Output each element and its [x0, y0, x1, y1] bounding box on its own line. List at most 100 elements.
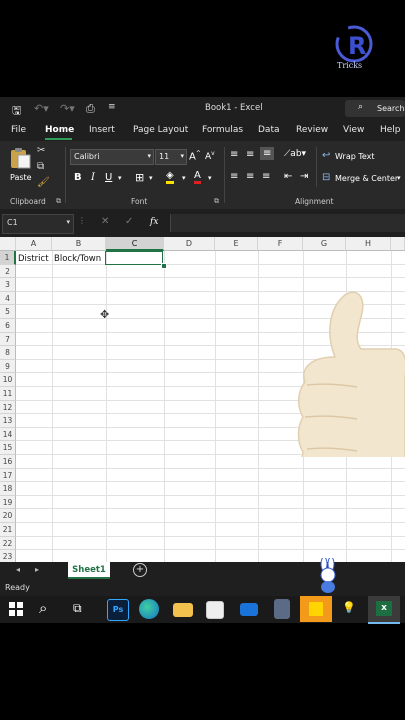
cut-icon[interactable]: ✂	[37, 145, 45, 156]
row-header-4[interactable]: 4	[0, 291, 16, 306]
tips-icon[interactable]: 💡	[342, 601, 356, 614]
store-icon[interactable]	[206, 601, 224, 619]
calculator-icon[interactable]	[274, 599, 290, 619]
increase-indent-icon[interactable]: ⇥	[300, 171, 308, 182]
underline-icon[interactable]: U	[105, 172, 112, 183]
chevron-down-icon[interactable]: ▾	[118, 174, 122, 182]
tab-file[interactable]: File	[11, 125, 26, 135]
edge-icon[interactable]	[139, 599, 159, 619]
align-bottom-icon[interactable]: ≡	[260, 147, 275, 160]
excel-icon[interactable]: x	[368, 596, 400, 624]
clipboard-launcher-icon[interactable]: ⧉	[56, 197, 61, 206]
fill-color-icon[interactable]: ◈	[166, 170, 174, 184]
tab-help[interactable]: Help	[380, 125, 401, 135]
tab-data[interactable]: Data	[258, 125, 280, 135]
chevron-down-icon[interactable]: ▾	[149, 174, 153, 182]
row-header-13[interactable]: 13	[0, 414, 16, 428]
undo-icon[interactable]: ↶▾	[34, 102, 49, 115]
row-header-3[interactable]: 3	[0, 278, 16, 292]
sticky-notes-icon[interactable]	[300, 596, 332, 622]
select-all-corner[interactable]	[0, 237, 16, 251]
align-top-icon[interactable]: ≡	[230, 149, 238, 160]
tab-insert[interactable]: Insert	[89, 125, 115, 135]
column-header-e[interactable]: E	[215, 237, 258, 251]
font-color-icon[interactable]: A	[194, 170, 201, 184]
customize-toolbar-icon[interactable]: ≡	[108, 102, 116, 112]
tab-review[interactable]: Review	[296, 125, 328, 135]
task-view-icon[interactable]: ⧉	[73, 601, 82, 616]
search-box[interactable]: ⌕ Search	[345, 100, 405, 117]
column-header-g[interactable]: G	[303, 237, 346, 251]
font-name-select[interactable]: Calibri ▾	[70, 149, 154, 165]
enter-icon[interactable]: ✓	[125, 216, 133, 227]
row-header-20[interactable]: 20	[0, 509, 16, 523]
align-right-icon[interactable]: ≡	[262, 171, 270, 182]
format-painter-icon[interactable]: 🖌	[37, 177, 50, 188]
selected-cell-c1[interactable]	[105, 251, 163, 265]
column-header-h[interactable]: H	[346, 237, 391, 251]
sheet-tab-sheet1[interactable]: Sheet1	[68, 562, 110, 579]
merge-center-icon[interactable]: ⊟	[322, 172, 330, 183]
bold-icon[interactable]: B	[74, 172, 82, 183]
photoshop-icon[interactable]: Ps	[107, 599, 129, 621]
row-header-1[interactable]: 1	[0, 251, 16, 265]
row-header-18[interactable]: 18	[0, 482, 16, 496]
row-header-8[interactable]: 8	[0, 346, 16, 360]
decrease-indent-icon[interactable]: ⇤	[284, 171, 292, 182]
scroll-left-icon[interactable]: ◂	[16, 565, 20, 574]
chevron-down-icon[interactable]: ▾	[208, 174, 212, 182]
font-size-select[interactable]: 11 ▾	[155, 149, 187, 165]
name-box[interactable]: C1 ▾	[2, 214, 74, 234]
wrap-text-button[interactable]: Wrap Text	[335, 152, 375, 161]
column-header-a[interactable]: A	[16, 237, 52, 251]
row-header-5[interactable]: 5	[0, 305, 16, 319]
add-sheet-icon[interactable]: +	[133, 563, 147, 577]
row-header-19[interactable]: 19	[0, 495, 16, 510]
column-header-f[interactable]: F	[258, 237, 303, 251]
insert-function-icon[interactable]: fx	[150, 217, 158, 227]
row-header-16[interactable]: 16	[0, 455, 16, 469]
copy-icon[interactable]: ⧉	[37, 161, 44, 172]
scroll-right-icon[interactable]: ▸	[35, 565, 39, 574]
column-header-c[interactable]: C	[106, 237, 164, 251]
chevron-down-icon[interactable]: ▾	[182, 174, 186, 182]
align-center-icon[interactable]: ≡	[246, 171, 254, 182]
decrease-font-icon[interactable]: Av	[205, 150, 215, 162]
align-middle-icon[interactable]: ≡	[246, 149, 254, 160]
more-options-icon[interactable]: ⋮	[78, 216, 86, 225]
italic-icon[interactable]: I	[91, 172, 95, 183]
redo-icon[interactable]: ↷▾	[60, 102, 75, 115]
row-header-12[interactable]: 12	[0, 400, 16, 415]
tab-view[interactable]: View	[343, 125, 364, 135]
row-header-6[interactable]: 6	[0, 319, 16, 333]
row-header-17[interactable]: 17	[0, 468, 16, 483]
cell-a1[interactable]: District	[18, 254, 49, 264]
align-left-icon[interactable]: ≡	[230, 171, 238, 182]
save-icon[interactable]: 🖫	[12, 102, 21, 121]
paste-button[interactable]: Paste	[6, 145, 32, 187]
column-header-d[interactable]: D	[164, 237, 215, 251]
row-header-9[interactable]: 9	[0, 359, 16, 374]
search-icon[interactable]: ⌕	[39, 599, 47, 617]
row-header-15[interactable]: 15	[0, 441, 16, 455]
chevron-down-icon[interactable]: ▾	[397, 174, 401, 182]
orientation-icon[interactable]: ⟋ab▾	[284, 149, 306, 159]
row-header-22[interactable]: 22	[0, 536, 16, 551]
borders-icon[interactable]: ⊞	[135, 171, 144, 184]
column-header-b[interactable]: B	[52, 237, 106, 251]
cell-b1[interactable]: Block/Town	[54, 254, 101, 264]
tab-page-layout[interactable]: Page Layout	[133, 125, 188, 135]
file-explorer-icon[interactable]	[173, 603, 193, 617]
font-launcher-icon[interactable]: ⧉	[214, 197, 219, 206]
row-header-2[interactable]: 2	[0, 264, 16, 279]
wrap-text-icon[interactable]: ↩	[322, 150, 330, 161]
merge-center-button[interactable]: Merge & Center	[335, 174, 398, 183]
row-header-11[interactable]: 11	[0, 387, 16, 401]
formula-input[interactable]	[170, 214, 405, 232]
row-header-10[interactable]: 10	[0, 373, 16, 387]
row-header-14[interactable]: 14	[0, 427, 16, 442]
row-header-21[interactable]: 21	[0, 523, 16, 537]
print-preview-icon[interactable]: ⎙	[86, 102, 95, 116]
increase-font-icon[interactable]: A^	[189, 150, 201, 162]
tab-formulas[interactable]: Formulas	[202, 125, 243, 135]
